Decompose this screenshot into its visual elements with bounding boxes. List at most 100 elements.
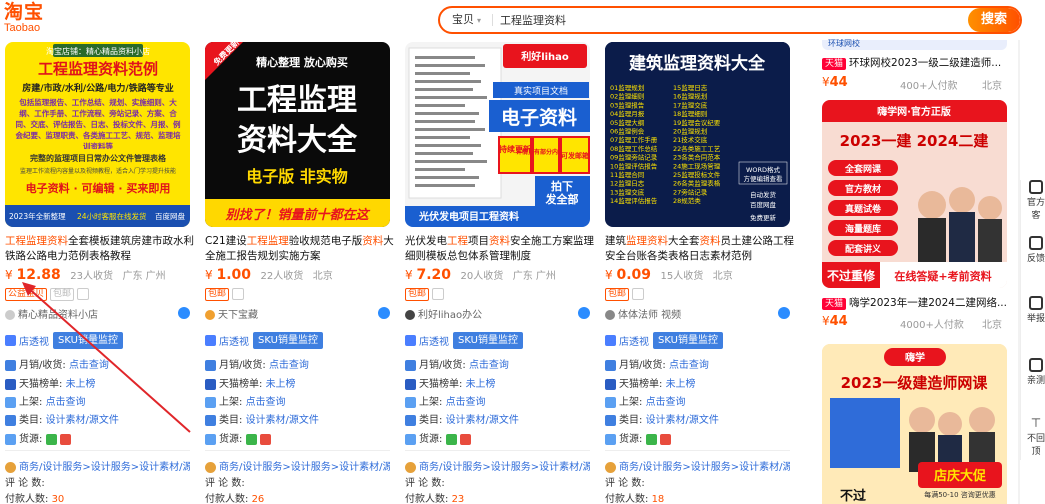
category-path[interactable]: 商务/设计服务>设计服务>设计素材/源... — [5, 458, 190, 474]
product-image[interactable]: 淘宝店铺：精心精品资料小店 工程监理资料范例 房建/市政/水利/公路/电力/铁路… — [5, 42, 190, 227]
shop-row[interactable]: 体体法师 视频 — [605, 306, 790, 322]
wechat-icon[interactable] — [645, 433, 657, 445]
feedback-button[interactable]: 反馈 — [1025, 236, 1045, 264]
category-path[interactable]: 商务/设计服务>设计服务>设计素材/源... — [405, 458, 590, 474]
product-image[interactable]: 利好lihao 真实项目文档 电子资料 持续更新 详情页有部分内容预览 可发邮箱… — [405, 42, 590, 227]
img4-list-item: 11监理合同 — [610, 170, 644, 179]
img4-list-item: 08监理工作总结 — [610, 144, 658, 153]
shelf-row: 上架: 点击查询 — [405, 393, 486, 409]
store-insight-link[interactable]: 店透视 — [219, 337, 249, 348]
ad2-brand: 嗨学 — [905, 351, 925, 364]
recommend-title[interactable]: 天猫 环球网校2023一级二级建造师... — [822, 56, 1007, 70]
monthly-sales-row: 月销/收货: 点击查询 — [605, 356, 709, 372]
store-insight-icon — [605, 335, 616, 346]
monthly-query-link[interactable]: 点击查询 — [469, 360, 509, 371]
taobao-logo[interactable]: 淘宝 Taobao — [4, 2, 54, 36]
search-input[interactable] — [500, 8, 940, 32]
tag-empty — [77, 288, 90, 300]
recommend-image-partial[interactable]: 环球网校 — [822, 39, 1007, 50]
recommend-ad-image[interactable]: 嗨学网·官方正版 2023一建 2024二建 全套网课 官方教材 真题试卷 海量题库配… — [822, 100, 1007, 288]
shelf-query-link[interactable]: 点击查询 — [446, 397, 486, 408]
tmall-rank-value[interactable]: 未上榜 — [666, 379, 696, 390]
category-path[interactable]: 商务/设计服务>设计服务>设计素材/源... — [605, 458, 790, 474]
product-card[interactable]: 建筑监理资料大全 01监理规划 02监理细则 03监理报告 04监理月报 05监理大纲 0… — [605, 40, 794, 504]
wechat-icon[interactable] — [445, 433, 457, 445]
monthly-query-link[interactable]: 点击查询 — [669, 360, 709, 371]
ad2-headline: 2023一级建造师网课 — [841, 374, 989, 392]
product-card[interactable]: 淘宝店铺：精心精品资料小店 工程监理资料范例 房建/市政/水利/公路/电力/铁路… — [5, 40, 194, 504]
ad1-bullets: 全套网课官方教材真题试卷海量题库配套讲义 — [828, 160, 898, 256]
tmall-rank-value[interactable]: 未上榜 — [466, 379, 496, 390]
tool-row: 店透视 SKU销量监控 — [205, 332, 323, 350]
store-insight-link[interactable]: 店透视 — [619, 337, 649, 348]
product-title[interactable]: 工程监理资料全套模板建筑房建市政水利铁路公路电力范例表格教程 — [5, 234, 195, 264]
product-title[interactable]: 建筑监理资料大全套资料员土建公路工程安全台账各类表格日志素材范例 — [605, 234, 795, 264]
category-link[interactable]: 设计素材/源文件 — [446, 415, 519, 426]
heart-icon[interactable] — [59, 433, 71, 445]
chart-icon — [405, 359, 416, 371]
category-link[interactable]: 设计素材/源文件 — [246, 415, 319, 426]
monthly-query-link[interactable]: 点击查询 — [269, 360, 309, 371]
wangwang-icon[interactable] — [178, 307, 190, 319]
product-price: ¥ 0.09 — [605, 267, 652, 283]
logo-cn: 淘宝 — [4, 1, 45, 23]
img3-tag1: 真实项目文档 — [514, 85, 568, 97]
sku-monitor-button[interactable]: SKU销量监控 — [453, 332, 523, 349]
product-card[interactable]: 利好lihao 真实项目文档 电子资料 持续更新 详情页有部分内容预览 可发邮箱… — [405, 40, 594, 504]
wangwang-icon[interactable] — [578, 307, 590, 319]
ad2-bottom: 不过 — [840, 488, 866, 504]
img4-ship2: 百度网盘 — [750, 200, 777, 209]
product-title[interactable]: C21建设工程监理验收规范电子版资料大全施工报告规划实施方案 — [205, 234, 395, 264]
img4-list-item: 17监理交底 — [673, 100, 708, 109]
tmall-rank-value[interactable]: 未上榜 — [66, 379, 96, 390]
img4-word1: WORD格式 — [746, 165, 781, 174]
wangwang-icon[interactable] — [778, 307, 790, 319]
category-path[interactable]: 商务/设计服务>设计服务>设计素材/源... — [205, 458, 390, 474]
product-image-art: 建筑监理资料大全 01监理规划02监理细则03监理报告04监理月报05监理大纲0… — [605, 42, 790, 227]
source-row: 货源: — [405, 430, 474, 446]
product-card[interactable]: 免费更新 精心整理 放心购买 工程监理 资料大全 电子版 非实物 别找了！销量前… — [205, 40, 394, 504]
monthly-sales-row: 月销/收货: 点击查询 — [405, 356, 509, 372]
store-insight-link[interactable]: 店透视 — [19, 337, 49, 348]
source-icon — [205, 433, 216, 445]
store-insight-link[interactable]: 店透视 — [419, 337, 449, 348]
product-image[interactable]: 建筑监理资料大全 01监理规划 02监理细则 03监理报告 04监理月报 05监理大纲 0… — [605, 42, 790, 227]
official-service-button[interactable]: 官方客 — [1025, 180, 1045, 221]
report-button[interactable]: 举报 — [1025, 296, 1045, 324]
recommend-ad-image[interactable]: 嗨学 2023一级建造师网课 店庆大促 每满50-10 咨询更优惠 不过 — [822, 344, 1007, 504]
shelf-query-link[interactable]: 点击查询 — [646, 397, 686, 408]
search-scope-select[interactable]: 宝贝 ▾ — [452, 8, 481, 32]
search-button[interactable]: 搜索 — [968, 8, 1020, 32]
shop-row[interactable]: 精心精品资料小店 — [5, 306, 190, 322]
product-image-art: 免费更新 精心整理 放心购买 工程监理 资料大全 电子版 非实物 别找了！销量前… — [205, 42, 390, 227]
product-image[interactable]: 免费更新 精心整理 放心购买 工程监理 资料大全 电子版 非实物 别找了！销量前… — [205, 42, 390, 227]
heart-icon[interactable] — [659, 433, 671, 445]
sku-monitor-button[interactable]: SKU销量监控 — [653, 332, 723, 349]
category-path-icon — [205, 461, 216, 473]
wangwang-icon[interactable] — [378, 307, 390, 319]
back-to-top-button[interactable]: ⊤ 不回顶 — [1025, 416, 1045, 457]
monthly-query-link[interactable]: 点击查询 — [69, 360, 109, 371]
heart-icon[interactable] — [459, 433, 471, 445]
shop-name: 体体法师 视频 — [618, 310, 682, 321]
test-button[interactable]: 亲测 — [1025, 358, 1045, 386]
img1-body: 包括监理报告、工作总结、规划、实施细则、大纲、工作手册、工作流程、旁站记录、方案… — [15, 98, 181, 149]
heart-icon[interactable] — [259, 433, 271, 445]
service-icon — [1029, 180, 1043, 194]
shop-row[interactable]: 利好lihao办公 — [405, 306, 590, 322]
shelf-query-link[interactable]: 点击查询 — [46, 397, 86, 408]
shelf-query-link[interactable]: 点击查询 — [246, 397, 286, 408]
category-link[interactable]: 设计素材/源文件 — [646, 415, 719, 426]
img3-brand: 利好lihao — [521, 50, 569, 63]
ad1-bottom-blue: 在线答疑+考前资料 — [894, 269, 991, 283]
recommend-title[interactable]: 天猫 嗨学2023年一建2024二建网络... — [822, 296, 1007, 310]
shop-row[interactable]: 天下宝藏 — [205, 306, 390, 322]
category-link[interactable]: 设计素材/源文件 — [46, 415, 119, 426]
img4-list-item: 01监理规划 — [610, 83, 644, 92]
product-title[interactable]: 光伏发电工程项目资料安全施工方案监理细则模板总包体系管理制度 — [405, 234, 595, 264]
wechat-icon[interactable] — [45, 433, 57, 445]
sku-monitor-button[interactable]: SKU销量监控 — [253, 332, 323, 349]
sku-monitor-button[interactable]: SKU销量监控 — [53, 332, 123, 349]
wechat-icon[interactable] — [245, 433, 257, 445]
tmall-rank-value[interactable]: 未上榜 — [266, 379, 296, 390]
